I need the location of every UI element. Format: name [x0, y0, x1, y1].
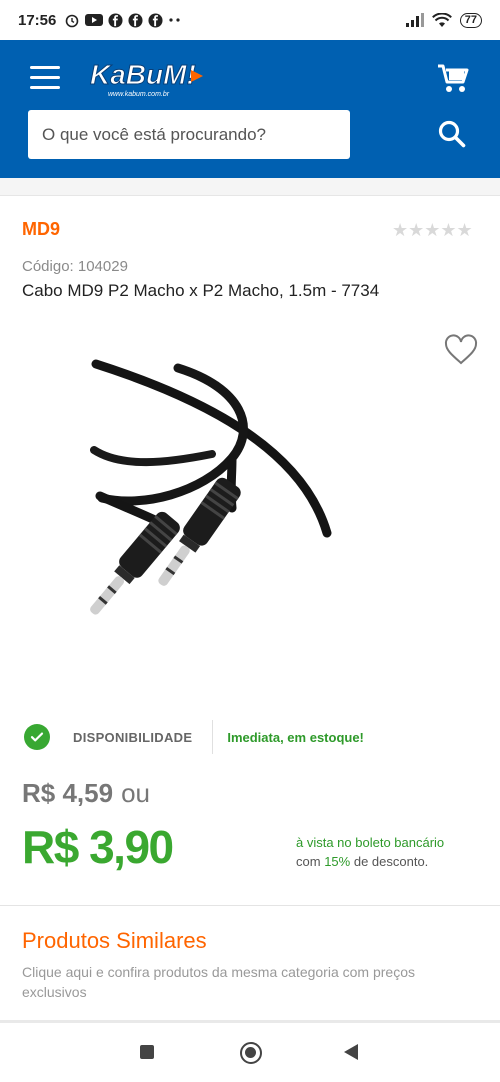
svg-text:KaBuM!: KaBuM!: [90, 59, 196, 90]
kabum-logo[interactable]: KaBuM! www.kabum.com.br: [88, 56, 208, 100]
old-price-suffix: ou: [121, 778, 150, 808]
rating-stars: ★★★★★: [392, 220, 473, 240]
more-notifications-icon: [169, 18, 180, 22]
check-circle-icon: [24, 724, 50, 750]
status-bar: 17:56 77: [0, 0, 500, 40]
status-notification-icons: [64, 12, 182, 28]
recent-apps-icon[interactable]: [140, 1045, 154, 1059]
similar-products-description[interactable]: Clique aqui e confira produtos da mesma …: [22, 962, 462, 1002]
status-time: 17:56: [18, 11, 57, 29]
similar-products-link[interactable]: Produtos Similares: [22, 928, 207, 954]
availability-divider: [212, 720, 214, 754]
boleto-line1: à vista no boleto bancário: [296, 835, 445, 850]
system-nav-bar: [0, 1023, 500, 1082]
app-header: KaBuM! www.kabum.com.br: [0, 40, 500, 178]
alarm-icon: [66, 14, 79, 28]
old-price-value: R$ 4,59: [22, 778, 114, 808]
product-image[interactable]: [82, 358, 412, 678]
back-icon[interactable]: [344, 1044, 358, 1060]
boleto-info: à vista no boleto bancário com 15% de de…: [296, 833, 444, 871]
product-title: Cabo MD9 P2 Macho x P2 Macho, 1.5m - 773…: [22, 281, 380, 300]
wifi-icon: [431, 12, 452, 27]
youtube-icon: [85, 14, 104, 26]
battery-indicator: 77: [459, 12, 482, 28]
boleto-prefix: com: [296, 854, 321, 869]
boleto-discount: 15%: [324, 854, 351, 869]
availability-label: DISPONIBILIDADE: [73, 729, 193, 745]
old-price: R$ 4,59 ou: [22, 778, 150, 809]
facebook-icon: [128, 12, 143, 28]
home-icon[interactable]: [240, 1042, 262, 1064]
menu-icon[interactable]: [30, 66, 60, 92]
signal-icon: [405, 13, 424, 27]
discount-price: R$ 3,90: [22, 821, 174, 873]
facebook-icon: [148, 12, 163, 28]
boleto-suffix: de desconto.: [353, 854, 429, 869]
cart-icon[interactable]: [436, 62, 470, 96]
search-icon[interactable]: [436, 118, 468, 150]
availability-value: Imediata, em estoque!: [227, 729, 364, 745]
status-right-icons: 77: [405, 12, 482, 28]
search-input[interactable]: [28, 110, 350, 159]
availability-row: DISPONIBILIDADE Imediata, em estoque!: [24, 720, 484, 754]
product-code: Código: 104029: [22, 258, 128, 275]
svg-text:www.kabum.com.br: www.kabum.com.br: [108, 91, 170, 98]
heart-outline-icon[interactable]: [444, 334, 478, 366]
section-divider: [0, 905, 500, 906]
facebook-icon: [108, 12, 123, 28]
boleto-line2: com 15% de desconto.: [296, 852, 444, 871]
product-brand[interactable]: MD9: [22, 219, 60, 240]
breadcrumb: [0, 178, 500, 196]
